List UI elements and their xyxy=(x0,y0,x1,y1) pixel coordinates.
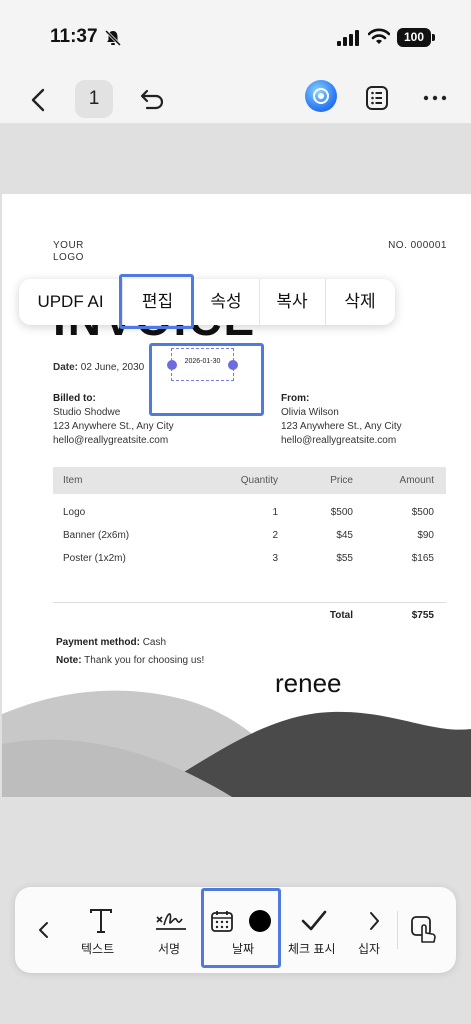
table-row: Poster (1x2m) 3 $55 $165 xyxy=(53,552,446,575)
toolbar-divider xyxy=(397,911,398,949)
table-cell: $165 xyxy=(411,553,434,564)
more-options-icon[interactable] xyxy=(420,86,450,110)
bell-muted-icon xyxy=(104,29,122,47)
ai-swirl-icon xyxy=(313,88,329,104)
total-value: $755 xyxy=(411,610,434,621)
table-cell: $90 xyxy=(417,530,434,541)
from-block: From: Olivia Wilson 123 Anywhere St., An… xyxy=(281,392,402,448)
tap-select-icon[interactable] xyxy=(410,915,438,945)
tool-text-label: 텍스트 xyxy=(81,942,115,956)
from-label: From: xyxy=(281,393,310,404)
context-menu: UPDF AI 편집 속성 복사 삭제 xyxy=(19,279,395,325)
table-total-row: Total $755 xyxy=(53,603,446,629)
logo-placeholder: YOUR LOGO xyxy=(53,240,84,263)
table-cell: $500 xyxy=(330,507,353,518)
date-tool-highlight xyxy=(201,888,281,968)
billed-to-label: Billed to: xyxy=(53,393,96,404)
status-time: 11:37 xyxy=(50,26,98,47)
tool-checkmark[interactable]: 체크 표시 xyxy=(286,887,346,973)
chevron-right-icon[interactable] xyxy=(367,910,381,932)
battery-tip xyxy=(432,34,435,41)
billed-to-name: Studio Shodwe xyxy=(53,407,121,418)
table-cell: Logo xyxy=(63,507,86,518)
table-cell: Poster (1x2m) xyxy=(63,553,126,564)
table-header-cell: Price xyxy=(330,475,353,486)
table-cell: $500 xyxy=(411,507,434,518)
tool-checkmark-label: 체크 표시 xyxy=(288,942,336,956)
battery-icon: 100 xyxy=(397,28,431,47)
payment-label: Payment method: xyxy=(56,637,140,648)
table-cell: $55 xyxy=(336,553,353,564)
table-cell: Banner (2x6m) xyxy=(63,530,130,541)
table-cell: 1 xyxy=(272,507,278,518)
table-header-cell: Amount xyxy=(399,475,434,486)
menu-item-updf-ai[interactable]: UPDF AI xyxy=(19,279,122,325)
resize-handle-left[interactable] xyxy=(167,360,177,370)
back-arrow-icon[interactable] xyxy=(26,86,52,114)
undo-icon[interactable] xyxy=(137,86,163,114)
table-header: Item Quantity Price Amount xyxy=(53,467,446,494)
payment-block: Payment method: Cash Note: Thank you for… xyxy=(56,634,204,670)
from-address: 123 Anywhere St., Any City xyxy=(281,421,402,432)
table-row: Banner (2x6m) 2 $45 $90 xyxy=(53,529,446,552)
check-icon xyxy=(301,910,327,931)
date-label: Date: xyxy=(53,362,79,373)
table-cell: 2 xyxy=(272,530,278,541)
menu-item-copy[interactable]: 복사 xyxy=(259,279,325,325)
outline-list-icon[interactable] xyxy=(364,84,390,112)
from-email: hello@reallygreatsite.com xyxy=(281,435,397,446)
signal-icon xyxy=(337,30,359,46)
updf-ai-icon[interactable] xyxy=(305,80,337,112)
payment-value: Cash xyxy=(142,637,167,648)
signature-icon xyxy=(156,913,186,930)
top-navigation-bar: 1 xyxy=(0,76,471,124)
table-header-cell: Item xyxy=(63,475,83,486)
billed-to-address: 123 Anywhere St., Any City xyxy=(53,421,174,432)
tool-signature[interactable]: 서명 xyxy=(141,887,199,973)
chevron-left-icon[interactable] xyxy=(37,920,51,940)
table-row: Logo 1 $500 $500 xyxy=(53,506,446,529)
tool-text[interactable]: 텍스트 xyxy=(73,887,129,973)
resize-handle-right[interactable] xyxy=(228,360,238,370)
menu-item-properties[interactable]: 속성 xyxy=(193,279,259,325)
tool-cross[interactable]: 십자 xyxy=(352,887,394,973)
date-value: 02 June, 2030 xyxy=(80,362,145,373)
edit-menu-highlight xyxy=(119,274,194,329)
billed-to-email: hello@reallygreatsite.com xyxy=(53,435,169,446)
tool-signature-label: 서명 xyxy=(158,942,181,956)
tool-cross-label: 십자 xyxy=(358,942,381,956)
page-number-button[interactable]: 1 xyxy=(75,80,113,118)
from-name: Olivia Wilson xyxy=(281,407,339,418)
menu-item-delete[interactable]: 삭제 xyxy=(325,279,395,325)
table-cell: 3 xyxy=(272,553,278,564)
invoice-table: Item Quantity Price Amount Logo 1 $500 $… xyxy=(53,467,446,629)
invoice-number: NO. 000001 xyxy=(388,240,447,251)
note-value: Thank you for choosing us! xyxy=(84,655,205,666)
invoice-date: Date: 02 June, 2030 xyxy=(53,362,144,373)
text-icon xyxy=(90,909,112,933)
table-header-cell: Quantity xyxy=(240,475,278,486)
note-label: Note: xyxy=(56,655,82,666)
total-label: Total xyxy=(329,610,353,621)
table-cell: $45 xyxy=(336,530,353,541)
status-bar: 11:37 100 xyxy=(0,0,471,76)
decorative-waves xyxy=(2,690,471,797)
table-body: Logo 1 $500 $500 Banner (2x6m) 2 $45 $90… xyxy=(53,494,446,603)
wifi-icon xyxy=(368,28,390,44)
date-annotation-text[interactable]: 2026-01-30 xyxy=(172,358,233,365)
